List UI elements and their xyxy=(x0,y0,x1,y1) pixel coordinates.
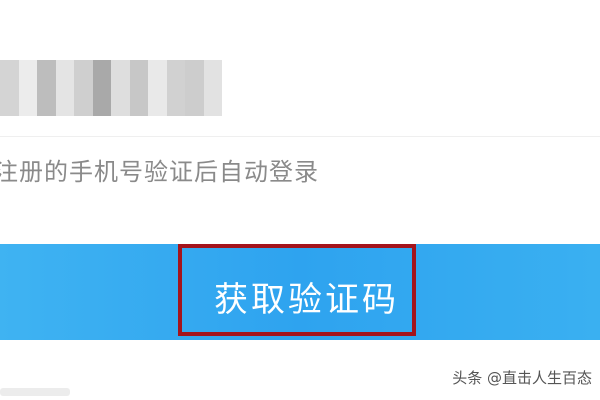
blur-mosaic-block xyxy=(18,60,37,116)
blur-mosaic-block xyxy=(166,60,185,116)
blur-mosaic-block xyxy=(37,60,56,116)
blur-mosaic-block xyxy=(129,60,148,116)
blur-mosaic-block xyxy=(0,60,19,116)
blur-mosaic-block xyxy=(148,60,167,116)
blur-mosaic-block xyxy=(74,60,93,116)
get-verification-code-label: 获取验证码 xyxy=(214,280,399,320)
phone-number-blurred[interactable] xyxy=(0,60,222,116)
blur-mosaic-block xyxy=(92,60,111,116)
watermark-text: 头条 @直击人生百态 xyxy=(452,369,592,387)
blur-mosaic-block xyxy=(203,60,222,116)
blur-mosaic-block xyxy=(111,60,130,116)
login-hint-text: 注册的手机号验证后自动登录 xyxy=(0,158,319,186)
input-divider xyxy=(0,136,600,137)
blur-mosaic-block xyxy=(185,60,204,116)
cropped-element-fragment xyxy=(0,388,70,396)
blur-mosaic-block xyxy=(55,60,74,116)
